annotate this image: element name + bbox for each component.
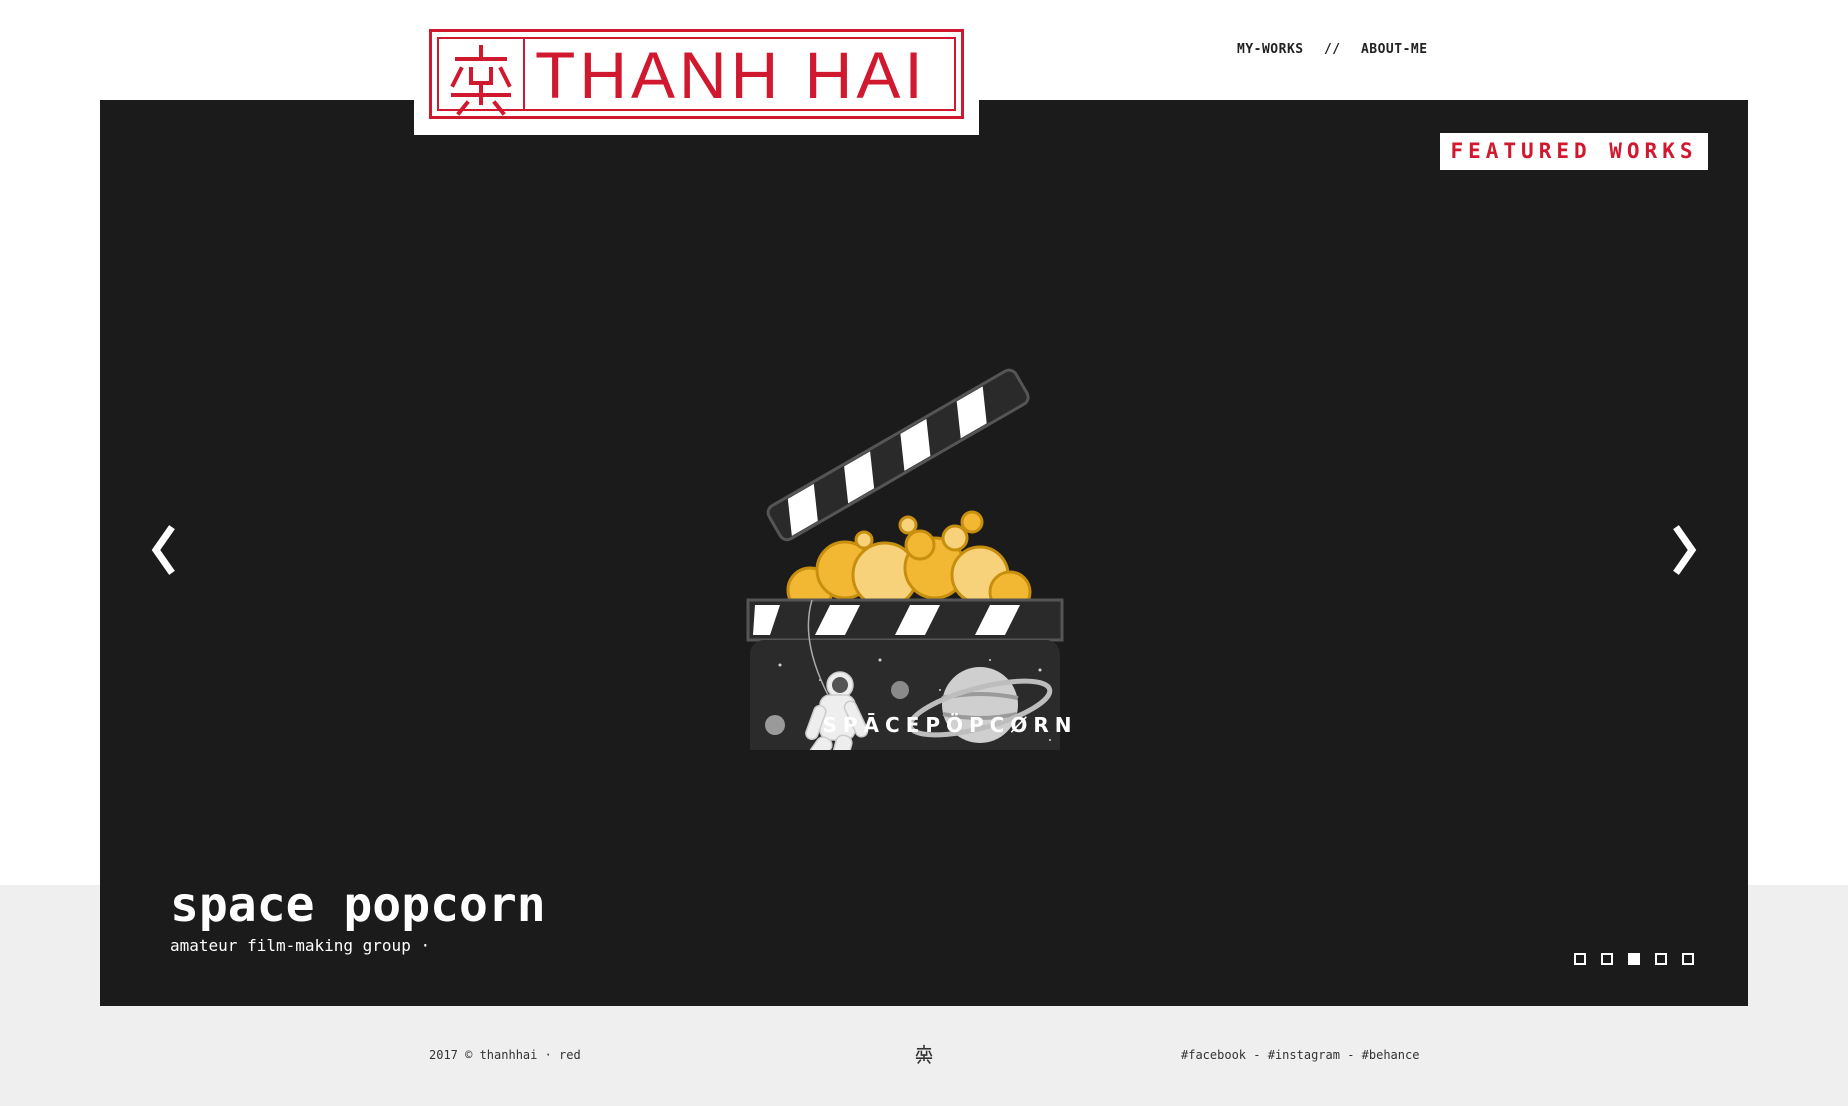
- behance-link[interactable]: #behance: [1362, 1048, 1420, 1062]
- seal-glyph-icon: [439, 39, 525, 116]
- space-popcorn-artwork[interactable]: [740, 300, 1140, 795]
- logo-frame: THANH HAI: [429, 29, 964, 119]
- artwork-wordmark: SPĀCEPÖPCØRN: [822, 713, 1078, 737]
- link-separator: -: [1339, 1048, 1362, 1062]
- slide-dot-3[interactable]: [1628, 953, 1640, 965]
- nav-separator: //: [1323, 42, 1341, 57]
- instagram-link[interactable]: #instagram: [1268, 1048, 1340, 1062]
- slide-dot-1[interactable]: [1574, 953, 1586, 965]
- footer-social-links: #facebook - #instagram - #behance: [1181, 1048, 1419, 1062]
- featured-works-badge: FEATURED WORKS: [1440, 133, 1708, 170]
- nav-about-me[interactable]: ABOUT-ME: [1361, 42, 1428, 57]
- featured-slider: FEATURED WORKS SPĀCEPÖPCØRN space popcor…: [100, 100, 1748, 1006]
- nav-my-works[interactable]: MY-WORKS: [1237, 42, 1304, 57]
- link-separator: -: [1246, 1048, 1268, 1062]
- slide-subtitle: amateur film-making group ·: [170, 936, 431, 955]
- logo-text: THANH HAI: [535, 38, 927, 112]
- main-nav: MY-WORKS // ABOUT-ME: [1237, 42, 1428, 57]
- slider-next-button[interactable]: [1664, 520, 1704, 580]
- slide-title: space popcorn: [170, 877, 546, 933]
- facebook-link[interactable]: #facebook: [1181, 1048, 1246, 1062]
- slide-dot-5[interactable]: [1682, 953, 1694, 965]
- slider-pagination: [1574, 953, 1694, 965]
- slide-dot-2[interactable]: [1601, 953, 1613, 965]
- thanh-hai-mark-icon: [913, 1043, 935, 1065]
- site-logo[interactable]: THANH HAI: [414, 0, 979, 135]
- slide-dot-4[interactable]: [1655, 953, 1667, 965]
- footer-copyright: 2017 © thanhhai · red: [429, 1048, 581, 1062]
- slider-prev-button[interactable]: [144, 520, 184, 580]
- chevron-left-icon: [151, 525, 175, 575]
- chevron-right-icon: [1673, 525, 1697, 575]
